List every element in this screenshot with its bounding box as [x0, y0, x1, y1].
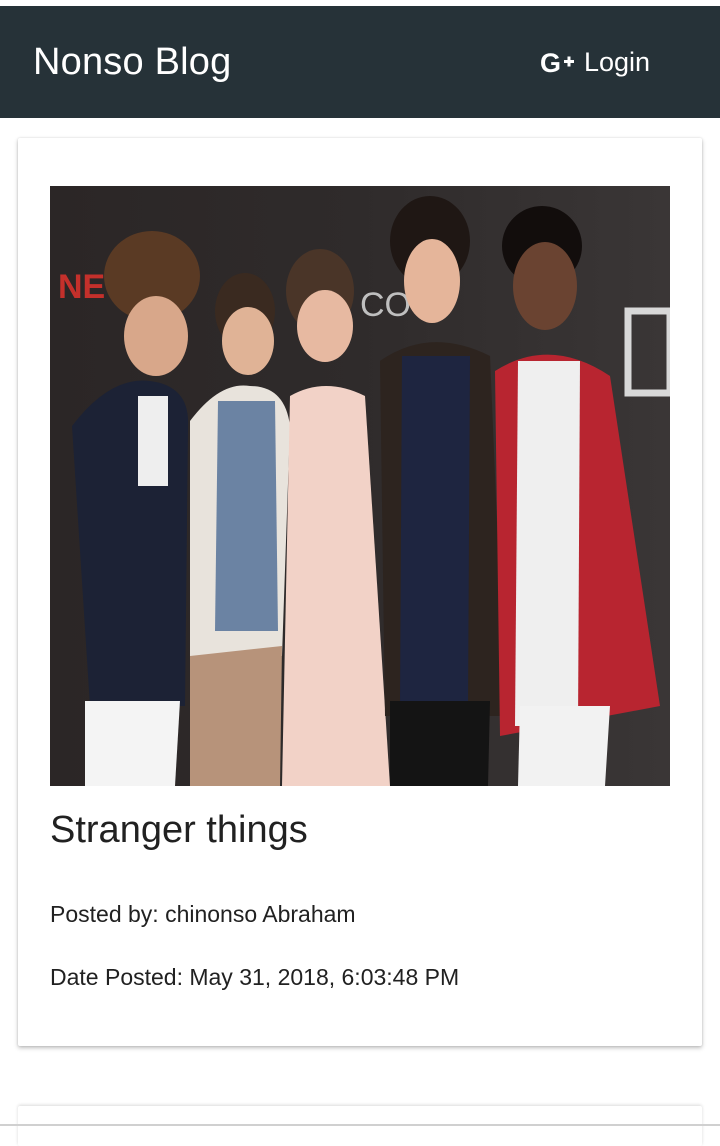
app-title[interactable]: Nonso Blog	[33, 42, 231, 82]
google-plus-icon: G	[540, 47, 578, 78]
svg-text:G: G	[540, 48, 561, 77]
post-list: NETFL CO O	[0, 118, 720, 1146]
post-card[interactable]: NETFL CO O	[18, 138, 702, 1046]
google-login-button[interactable]: G Login	[540, 44, 650, 80]
post-card-next[interactable]	[18, 1106, 702, 1146]
post-title[interactable]: Stranger things	[50, 808, 308, 852]
post-date: Date Posted: May 31, 2018, 6:03:48 PM	[50, 964, 460, 990]
post-author: Posted by: chinonso Abraham	[50, 901, 356, 927]
login-label: Login	[584, 47, 651, 77]
app-bar: Nonso Blog G Login	[0, 6, 720, 118]
post-image[interactable]: NETFL CO O	[50, 186, 670, 786]
